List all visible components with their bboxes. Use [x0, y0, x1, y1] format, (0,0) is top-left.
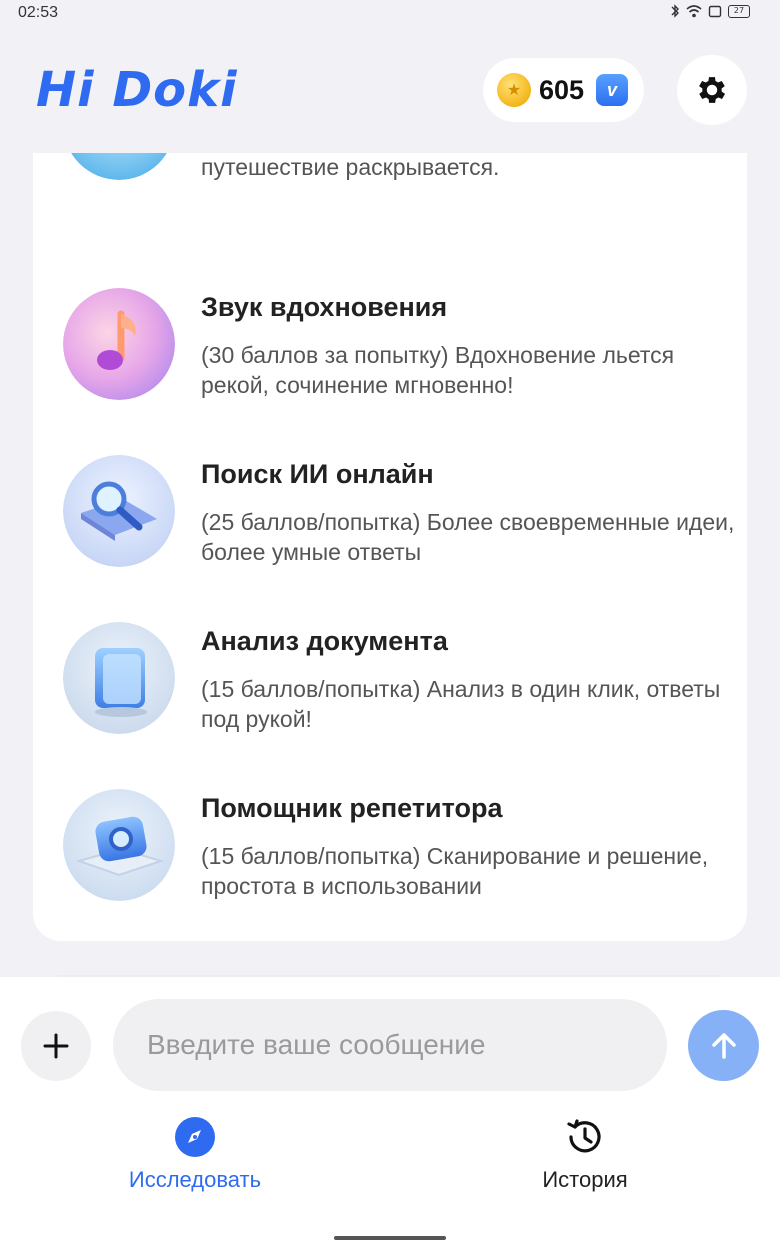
gear-icon — [699, 77, 726, 103]
compass-icon — [175, 1117, 215, 1157]
arrow-up-icon — [711, 1032, 736, 1059]
feature-description: (10 баллов/попытка) AI Vision, ваше твор… — [201, 154, 500, 180]
feature-title: Анализ документа — [201, 626, 448, 656]
magnifier-icon — [63, 455, 175, 567]
nav-tab-history[interactable]: История — [510, 1115, 660, 1193]
feature-title: Поиск ИИ онлайн — [201, 459, 434, 489]
feature-description: (30 баллов за попытку) Вдохновение льетс… — [201, 342, 675, 398]
coins-balance[interactable]: ★ 605 v — [483, 58, 644, 122]
message-input[interactable] — [113, 999, 667, 1091]
app-header: Hi Doki ★ 605 v — [0, 28, 780, 153]
settings-button[interactable] — [677, 55, 747, 125]
vip-badge-icon: v — [596, 74, 629, 106]
feature-item-tutor[interactable]: Помощник репетитора (15 баллов/попытка) … — [33, 789, 747, 929]
battery-icon: 27 — [728, 4, 750, 18]
screen-rotate-icon — [708, 5, 722, 17]
coin-count: 605 — [539, 74, 585, 105]
feature-item-document[interactable]: Анализ документа (15 баллов/попытка) Ана… — [33, 622, 747, 762]
history-clock-icon — [567, 1119, 601, 1153]
feature-description: (15 баллов/попытка) Сканирование и решен… — [201, 843, 709, 899]
music-note-icon — [63, 288, 175, 400]
photo-gallery-icon — [63, 153, 175, 180]
feature-title: Звук вдохновения — [201, 292, 448, 322]
camera-scanner-icon — [63, 789, 175, 901]
bluetooth-icon — [671, 4, 679, 18]
nav-label: История — [542, 1167, 628, 1192]
feature-title: Помощник репетитора — [201, 793, 503, 823]
feature-description: (25 баллов/попытка) Более своевременные … — [201, 509, 735, 565]
home-indicator[interactable] — [334, 1236, 446, 1240]
wifi-icon — [686, 4, 702, 17]
feature-item-ai-vision[interactable]: (10 баллов/попытка) AI Vision, ваше твор… — [33, 153, 747, 240]
status-bar: 02:53 27 — [0, 0, 780, 28]
feature-item-ai-search[interactable]: Поиск ИИ онлайн (25 баллов/попытка) Боле… — [33, 455, 747, 595]
status-time: 02:53 — [18, 4, 59, 21]
feature-item-music[interactable]: Звук вдохновения (30 баллов за попытку) … — [33, 288, 747, 428]
app-logo: Hi Doki — [36, 62, 238, 118]
add-attachment-button[interactable] — [21, 1011, 91, 1081]
document-folder-icon — [63, 622, 175, 734]
divider — [58, 975, 720, 977]
feature-list-viewport[interactable]: (10 баллов/попытка) AI Vision, ваше твор… — [0, 153, 780, 978]
feature-card: (10 баллов/попытка) AI Vision, ваше твор… — [33, 153, 747, 941]
nav-tab-explore[interactable]: Исследовать — [120, 1115, 270, 1193]
send-button[interactable] — [688, 1010, 759, 1081]
nav-label: Исследовать — [128, 1167, 262, 1192]
coin-icon: ★ — [497, 73, 531, 107]
status-icons: 27 — [670, 4, 750, 18]
plus-icon — [43, 1033, 69, 1059]
feature-description: (15 баллов/попытка) Анализ в один клик, … — [201, 676, 721, 732]
